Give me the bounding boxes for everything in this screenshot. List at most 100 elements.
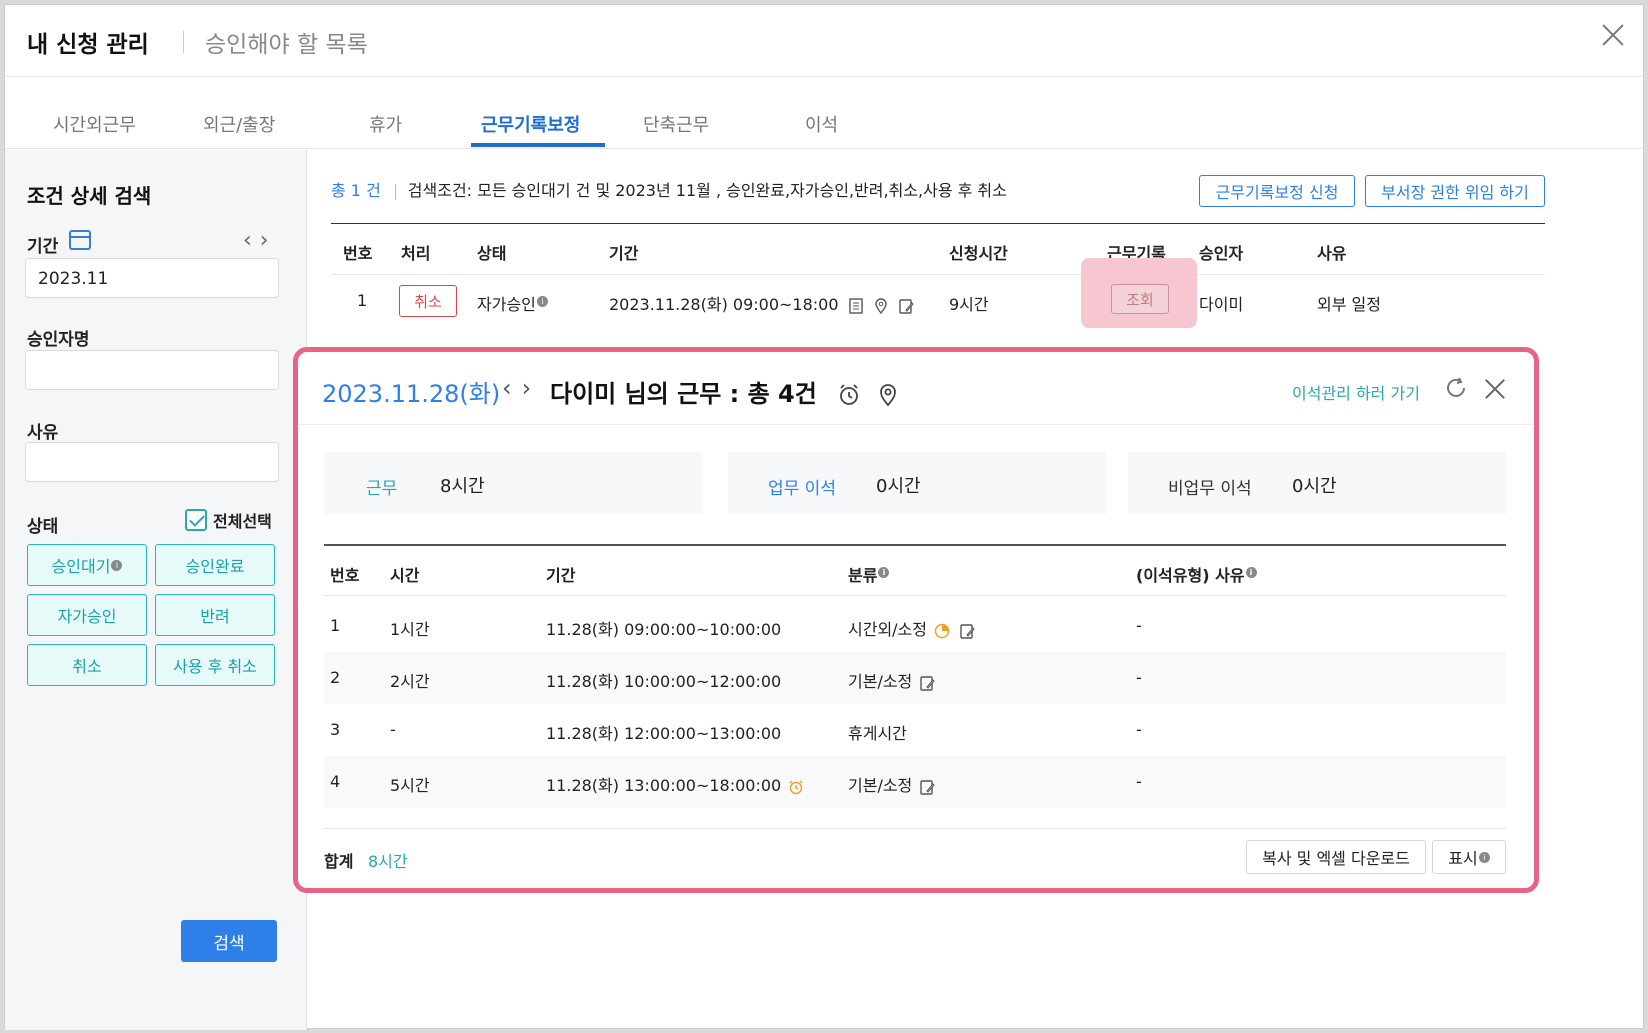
- tab-overtime[interactable]: 시간외근무: [53, 111, 136, 137]
- status-label: 상태: [27, 517, 59, 537]
- select-all-checkbox[interactable]: 전체선택: [185, 508, 272, 532]
- column-header: 승인자: [1199, 244, 1244, 263]
- summary-value: 0시간: [1292, 476, 1337, 497]
- location-pin-icon[interactable]: [873, 297, 889, 314]
- edit-clipboard-icon[interactable]: [919, 779, 936, 795]
- column-header: 신청시간: [949, 244, 1008, 263]
- summary-label: 업무 이석: [768, 479, 836, 499]
- view-record-button[interactable]: 조회: [1111, 284, 1169, 314]
- table-bottom-divider: [324, 828, 1506, 829]
- cell-reason: -: [1136, 772, 1142, 791]
- row-status-text: 자가승인: [477, 295, 536, 314]
- page-title: 내 신청 관리: [27, 32, 149, 58]
- cell-category: 휴게시간: [848, 724, 907, 743]
- close-popup-icon[interactable]: [1484, 378, 1506, 400]
- cell-no: 4: [330, 772, 341, 791]
- delegate-authority-button[interactable]: 부서장 권한 위임 하기: [1365, 175, 1545, 207]
- close-icon[interactable]: [1599, 21, 1627, 49]
- cell-period: 11.28(화) 10:00:00~12:00:00: [546, 672, 782, 691]
- status-self-approved-button[interactable]: 자가승인: [27, 594, 147, 636]
- approver-label: 승인자명: [27, 330, 90, 350]
- go-to-away-management-link[interactable]: 이석관리 하러 가기: [1292, 380, 1420, 404]
- cell-period-text: 11.28(화) 13:00:00~18:00:00: [546, 776, 782, 795]
- row-number: 1: [357, 291, 368, 310]
- edit-clipboard-icon[interactable]: [919, 675, 936, 691]
- summary-value: 8시간: [440, 476, 485, 497]
- reason-input[interactable]: [25, 442, 279, 482]
- edit-clipboard-icon[interactable]: [959, 623, 975, 639]
- checkbox-checked-icon[interactable]: [185, 509, 207, 531]
- table-row[interactable]: 3 - 11.28(화) 12:00:00~13:00:00 휴게시간 -: [324, 704, 1506, 756]
- column-header-text: (이석유형) 사유: [1136, 566, 1245, 585]
- summary-label: 근무: [366, 479, 398, 499]
- column-header: 처리: [401, 244, 431, 263]
- active-tab-indicator: [471, 143, 605, 147]
- cell-no: 1: [330, 616, 341, 635]
- total-label: 합계: [324, 852, 354, 871]
- date-nav-arrows[interactable]: ‹›: [502, 374, 541, 402]
- work-detail-popup: 2023.11.28(화) ‹› 다이미 님의 근무 : 총 4건 이석관리 하…: [293, 347, 1539, 893]
- table-row[interactable]: 1 취소 자가승인 i 2023.11.28(화) 09:00~18:00 9시간…: [331, 275, 1545, 329]
- sidebar-title: 조건 상세 검색: [27, 184, 152, 208]
- popup-title: 다이미 님의 근무 : 총 4건: [550, 374, 900, 409]
- cell-category-text: 시간외/소정: [848, 620, 927, 639]
- cell-no: 2: [330, 668, 341, 687]
- row-period-text: 2023.11.28(화) 09:00~18:00: [609, 295, 839, 314]
- search-summary: 총 1 건 검색조건: 모든 승인대기 건 및 2023년 11월 , 승인완료,…: [331, 177, 1007, 201]
- popup-title-text: 다이미 님의 근무 : 총 4건: [550, 380, 817, 408]
- location-pin-icon[interactable]: [876, 383, 900, 407]
- total-value: 8시간: [368, 852, 408, 871]
- row-status: 자가승인 i: [477, 291, 548, 315]
- cell-category: 기본/소정: [848, 668, 936, 692]
- refresh-icon[interactable]: [1444, 376, 1468, 400]
- column-header: 상태: [477, 244, 507, 263]
- row-period: 2023.11.28(화) 09:00~18:00: [609, 291, 914, 315]
- display-button-label: 표시: [1448, 849, 1478, 868]
- alarm-clock-icon[interactable]: [837, 383, 861, 407]
- search-button[interactable]: 검색: [181, 920, 277, 962]
- period-field[interactable]: 2023.11: [25, 258, 279, 298]
- memo-icon[interactable]: [848, 297, 864, 314]
- page-subtitle[interactable]: 승인해야 할 목록: [205, 25, 368, 59]
- cell-time: 1시간: [390, 620, 430, 639]
- search-criteria: 검색조건: 모든 승인대기 건 및 2023년 11월 , 승인완료,자가승인,…: [407, 181, 1007, 200]
- cell-reason: -: [1136, 668, 1142, 687]
- period-label: 기간: [27, 237, 59, 257]
- copy-excel-download-button[interactable]: 복사 및 엑셀 다운로드: [1246, 840, 1426, 874]
- column-header: 기간: [609, 244, 639, 263]
- status-rejected-button[interactable]: 반려: [155, 594, 275, 636]
- summary-divider: [394, 183, 396, 200]
- table-row[interactable]: 1 1시간 11.28(화) 09:00:00~10:00:00 시간외/소정 …: [324, 600, 1506, 652]
- status-cancelled-button[interactable]: 취소: [27, 644, 147, 686]
- cell-period: 11.28(화) 13:00:00~18:00:00: [546, 772, 804, 796]
- cell-category: 시간외/소정: [848, 616, 975, 640]
- approver-input[interactable]: [25, 350, 279, 390]
- status-approved-button[interactable]: 승인완료: [155, 544, 275, 586]
- cell-category: 기본/소정: [848, 772, 936, 796]
- cell-no: 3: [330, 720, 341, 739]
- period-nav-arrows[interactable]: ‹›: [243, 228, 277, 253]
- cell-time: 2시간: [390, 672, 430, 691]
- edit-clipboard-icon[interactable]: [898, 298, 914, 314]
- apply-correction-button[interactable]: 근무기록보정 신청: [1199, 175, 1355, 207]
- calendar-icon[interactable]: [69, 230, 91, 250]
- cancel-button[interactable]: 취소: [399, 285, 457, 317]
- cell-category-text: 기본/소정: [848, 672, 913, 691]
- tab-vacation[interactable]: 휴가: [369, 111, 402, 137]
- cell-reason: -: [1136, 616, 1142, 635]
- display-button[interactable]: 표시 i: [1432, 840, 1506, 874]
- row-approver: 다이미: [1199, 295, 1244, 314]
- tab-outside-work[interactable]: 외근/출장: [203, 111, 275, 137]
- column-header: 시간: [390, 566, 420, 585]
- table-row[interactable]: 2 2시간 11.28(화) 10:00:00~12:00:00 기본/소정 -: [324, 652, 1506, 704]
- table-row[interactable]: 4 5시간 11.28(화) 13:00:00~18:00:00 기본/소정 -: [324, 756, 1506, 808]
- summary-value: 0시간: [876, 476, 921, 497]
- summary-work: 근무 8시간: [324, 452, 702, 514]
- status-pending-button[interactable]: 승인대기 i: [27, 544, 147, 586]
- status-cancelled-after-use-button[interactable]: 사용 후 취소: [155, 644, 275, 686]
- tab-work-record-correction[interactable]: 근무기록보정: [481, 111, 580, 137]
- overtime-clock-icon: [934, 623, 950, 638]
- cell-period: 11.28(화) 09:00:00~10:00:00: [546, 620, 782, 639]
- tab-short-work[interactable]: 단축근무: [643, 111, 709, 137]
- tab-away[interactable]: 이석: [805, 111, 838, 137]
